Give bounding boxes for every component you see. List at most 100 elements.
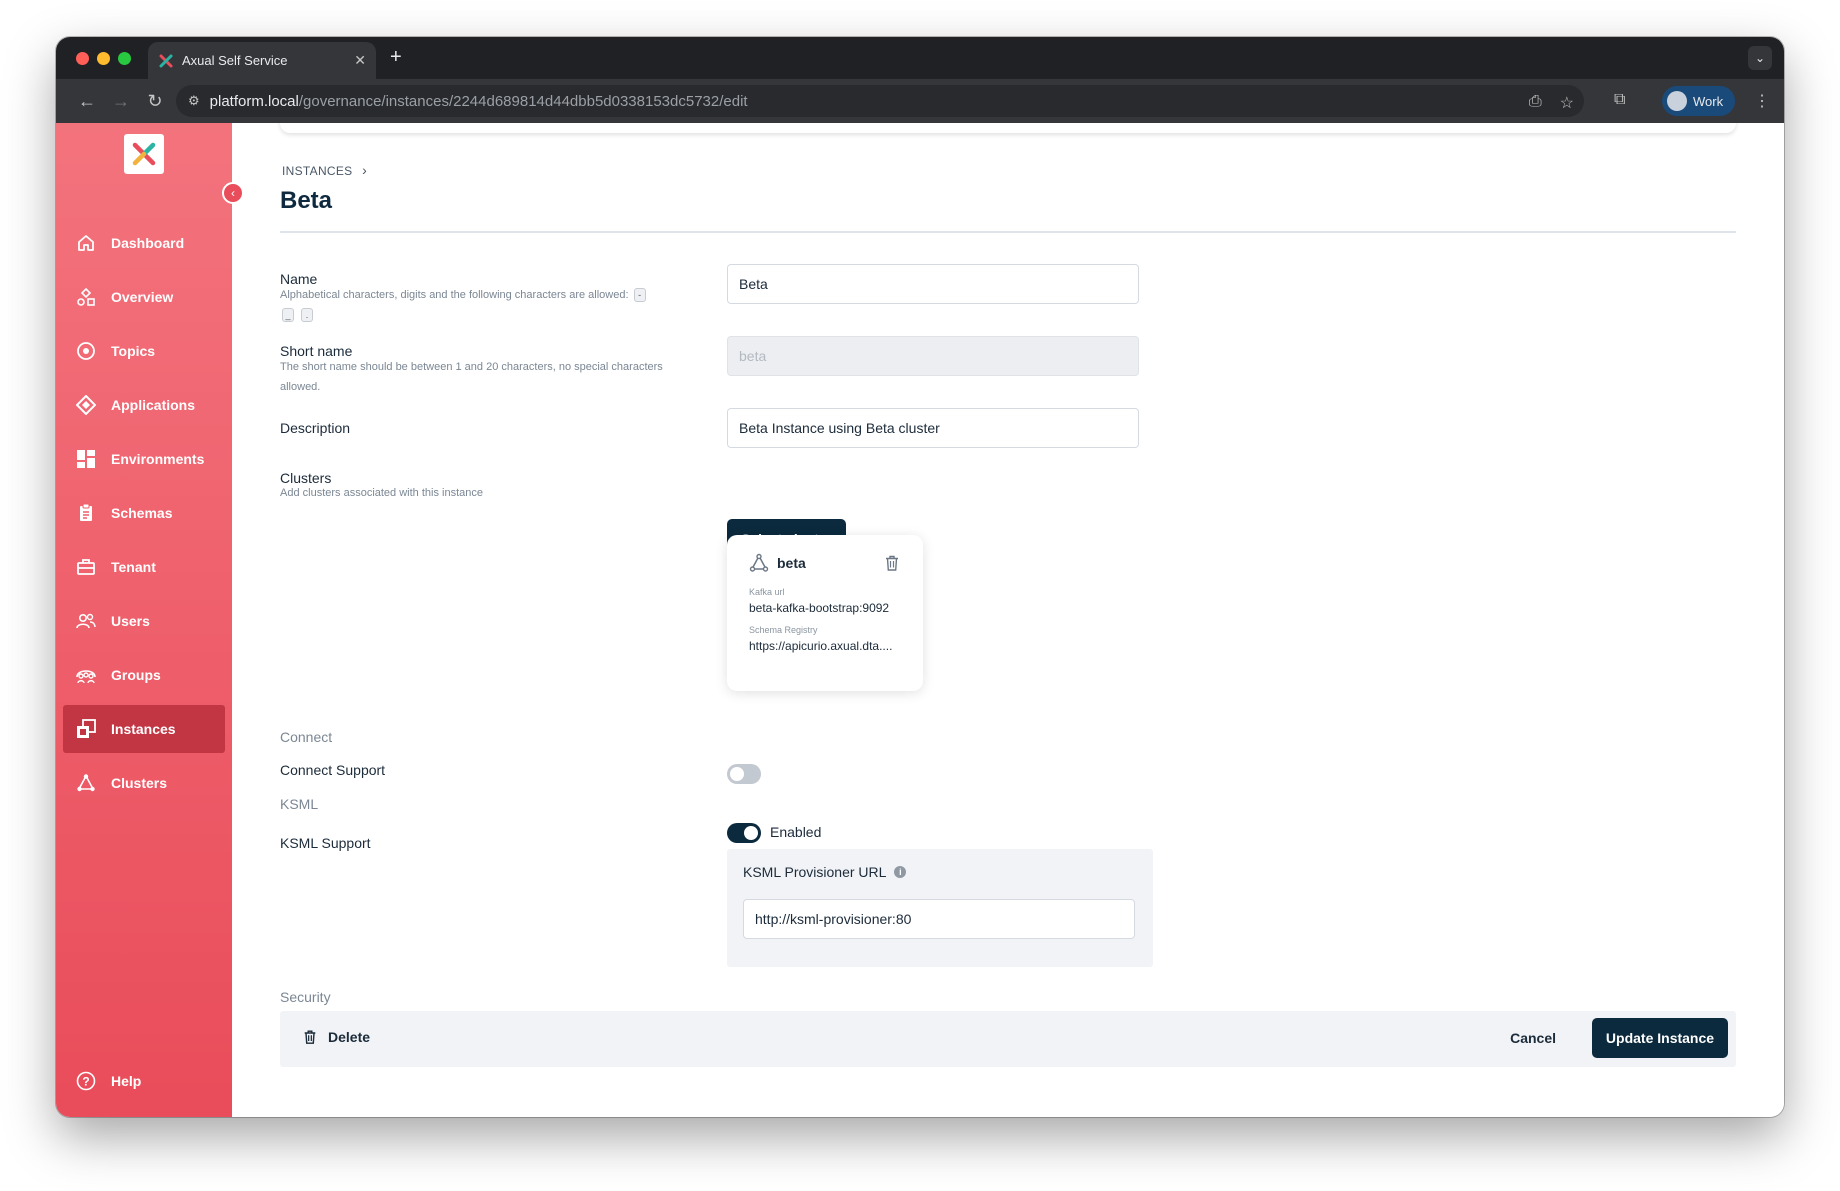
close-window-button[interactable]: [76, 52, 89, 65]
name-hint: Alphabetical characters, digits and the …: [280, 285, 700, 325]
cancel-button[interactable]: Cancel: [1510, 1030, 1556, 1046]
sidebar-item-label: Overview: [111, 289, 174, 305]
new-tab-button[interactable]: +: [390, 46, 402, 69]
ksml-provisioner-panel: KSML Provisioner URL i http://ksml-provi…: [727, 849, 1153, 967]
title-divider: [280, 231, 1736, 233]
sidebar-item-schemas[interactable]: Schemas: [63, 489, 225, 537]
ksml-section-heading: KSML: [280, 796, 319, 812]
description-input-value: Beta Instance using Beta cluster: [739, 420, 940, 436]
name-input[interactable]: Beta: [727, 264, 1139, 304]
description-label: Description: [280, 420, 351, 436]
site-settings-icon[interactable]: ⚙: [188, 93, 200, 109]
sidebar-item-users[interactable]: Users: [63, 597, 225, 645]
browser-tab[interactable]: Axual Self Service ✕: [148, 42, 376, 79]
main-content: INSTANCES › Beta Name Alphabetical chara…: [232, 123, 1784, 1117]
sidebar-item-label: Applications: [111, 397, 196, 413]
connect-support-toggle[interactable]: [727, 764, 761, 784]
sidebar-item-help[interactable]: ? Help: [63, 1057, 225, 1105]
schema-registry-label: Schema Registry: [749, 625, 818, 635]
help-icon: ?: [75, 1070, 97, 1092]
axual-logo[interactable]: [124, 134, 164, 174]
clusters-icon: [75, 772, 97, 794]
sidebar-item-label: Groups: [111, 667, 161, 683]
kafka-url-label: Kafka url: [749, 587, 785, 597]
axual-logo-icon: [132, 142, 156, 166]
home-icon: [75, 232, 97, 254]
short-name-input-value: beta: [739, 348, 767, 364]
sidebar-item-label: Environments: [111, 451, 205, 467]
sidebar-item-label: Schemas: [111, 505, 173, 521]
tab-search-icon[interactable]: ⌄: [1748, 46, 1772, 70]
app: ‹ Dashboard Overview Topics Applications…: [56, 123, 1784, 1117]
remove-cluster-trash-icon[interactable]: [883, 554, 901, 572]
page-title: Beta: [280, 187, 333, 214]
sidebar-item-label: Dashboard: [111, 235, 185, 251]
bookmark-star-icon[interactable]: ☆: [1560, 93, 1574, 113]
breadcrumb: INSTANCES ›: [282, 162, 367, 178]
info-icon[interactable]: i: [894, 866, 907, 878]
browser-menu-icon[interactable]: ⋮: [1754, 91, 1770, 111]
environments-icon: [75, 448, 97, 470]
ksml-support-label: KSML Support: [280, 835, 371, 851]
name-hint-text: Alphabetical characters, digits and the …: [280, 289, 629, 301]
groups-icon: [75, 664, 97, 686]
users-icon: [75, 610, 97, 632]
install-app-icon[interactable]: ⎙: [1529, 93, 1542, 113]
update-instance-button[interactable]: Update Instance: [1592, 1018, 1728, 1058]
forward-arrow-icon[interactable]: →: [104, 91, 138, 112]
sidebar-item-tenant[interactable]: Tenant: [63, 543, 225, 591]
collapse-sidebar-button[interactable]: ‹: [222, 182, 244, 204]
ksml-support-toggle[interactable]: [727, 823, 761, 843]
allowed-char-underscore: _: [282, 308, 294, 322]
ksml-enabled-label: Enabled: [770, 824, 822, 840]
help-label: Help: [111, 1073, 142, 1089]
allowed-char-dash: -: [633, 288, 646, 302]
profile-avatar: [1667, 91, 1687, 111]
url-host: platform.local: [209, 92, 299, 110]
description-input[interactable]: Beta Instance using Beta cluster: [727, 408, 1139, 448]
sidebar-item-label: Instances: [111, 721, 176, 737]
delete-button[interactable]: Delete: [302, 1028, 370, 1046]
breadcrumb-instances-link[interactable]: INSTANCES: [282, 164, 353, 178]
cluster-name: beta: [777, 555, 806, 571]
sidebar-item-label: Topics: [111, 343, 156, 359]
browser-toolbar: ← → ↻ ⚙ platform.local/governance/instan…: [56, 79, 1784, 123]
omnibox-actions: ⎙ ☆: [1529, 93, 1574, 113]
minimize-window-button[interactable]: [97, 52, 110, 65]
form-footer: Delete Cancel Update Instance: [280, 1011, 1736, 1067]
sidebar-item-dashboard[interactable]: Dashboard: [63, 219, 225, 267]
extensions-puzzle-icon[interactable]: ⧉: [1614, 91, 1625, 109]
cluster-icon: [749, 553, 769, 572]
toggle-knob: [730, 767, 744, 781]
sidebar-item-overview[interactable]: Overview: [63, 273, 225, 321]
back-arrow-icon[interactable]: ←: [70, 91, 104, 112]
cluster-card-header: beta: [749, 553, 901, 573]
sidebar-item-instances[interactable]: Instances: [63, 705, 225, 753]
sidebar-item-clusters[interactable]: Clusters: [63, 759, 225, 807]
ksml-provisioner-label: KSML Provisioner URL: [743, 864, 887, 880]
sidebar-item-groups[interactable]: Groups: [63, 651, 225, 699]
sidebar-item-applications[interactable]: Applications: [63, 381, 225, 429]
close-tab-icon[interactable]: ✕: [354, 52, 366, 69]
cluster-card: beta Kafka url beta-kafka-bootstrap:9092…: [727, 535, 923, 691]
window-controls: [76, 52, 131, 65]
address-bar[interactable]: ⚙ platform.local/governance/instances/22…: [176, 85, 1584, 117]
ksml-provisioner-url-input[interactable]: http://ksml-provisioner:80: [743, 899, 1135, 939]
profile-button[interactable]: Work: [1662, 86, 1736, 116]
sidebar: ‹ Dashboard Overview Topics Applications…: [56, 123, 244, 1117]
sidebar-item-label: Clusters: [111, 775, 168, 791]
sidebar-item-environments[interactable]: Environments: [63, 435, 225, 483]
reload-icon[interactable]: ↻: [138, 91, 172, 112]
browser-window: Axual Self Service ✕ + ⌄ ← → ↻ ⚙ platfor…: [56, 37, 1784, 1117]
sidebar-item-topics[interactable]: Topics: [63, 327, 225, 375]
sidebar-nav: Dashboard Overview Topics Applications E…: [63, 219, 225, 813]
svg-text:?: ?: [82, 1075, 89, 1089]
allowed-char-dot: .: [301, 308, 314, 322]
tenant-icon: [75, 556, 97, 578]
tab-strip: Axual Self Service ✕ + ⌄: [56, 37, 1784, 79]
maximize-window-button[interactable]: [118, 52, 131, 65]
connect-support-label: Connect Support: [280, 762, 386, 778]
security-section-heading: Security: [280, 989, 331, 1005]
top-card-edge: [280, 123, 1736, 133]
ksml-provisioner-url-value: http://ksml-provisioner:80: [755, 911, 912, 927]
